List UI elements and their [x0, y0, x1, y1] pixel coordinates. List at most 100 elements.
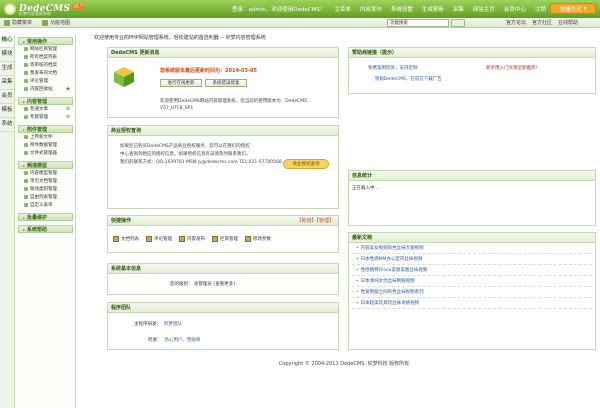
nav-publish[interactable]: 内容发布: [360, 5, 382, 13]
vtab-core[interactable]: 核心: [0, 34, 14, 48]
nav-main-menu[interactable]: 主菜单: [334, 5, 351, 13]
list-item[interactable]: 日本性感MM办公室内丝袜视频: [352, 254, 592, 265]
menu-item[interactable]: 上传新文件: [18, 133, 73, 141]
nav-collect[interactable]: 采集: [453, 5, 464, 13]
menu-item[interactable]: 内容模型管理: [18, 169, 73, 177]
menu-item[interactable]: 联动类别管理: [18, 185, 73, 193]
doc-icon: [24, 63, 28, 67]
vtab-template[interactable]: 模板: [0, 104, 14, 118]
list-item[interactable]: 性爱制服之间的色丝袜视频系列: [352, 287, 592, 298]
menu-item[interactable]: 等审核的档案: [18, 61, 73, 69]
quick-params[interactable]: 修改参数: [245, 236, 271, 242]
logo-icon: [4, 3, 16, 15]
app-logo[interactable]: DedeCMS V5.7 织梦内容管理系统: [4, 2, 84, 16]
vtab-system[interactable]: 系统: [0, 118, 14, 132]
top-header: DedeCMS V5.7 织梦内容管理系统 登录：admin，欢迎使用DedeC…: [0, 0, 600, 18]
app-subtitle: 织梦内容管理系统: [19, 11, 51, 16]
nav-member[interactable]: 会员中心: [504, 5, 526, 13]
menu-item[interactable]: 所有档案列表: [18, 53, 73, 61]
sponsor-link[interactable]: 免费案例欣赏，支持定制: [368, 65, 418, 71]
list-item[interactable]: 性感模特Olivia美丽美图丝袜视频: [352, 265, 592, 276]
list-item[interactable]: 日本清纯女优丝袜制服视频: [352, 276, 592, 287]
thanks-line: 鸣谢： 热心用户、赞助商: [148, 338, 201, 343]
panel-title: 赞助商链接（提示）: [349, 48, 595, 58]
doc-icon: [24, 171, 28, 175]
panel-title: 信息统计: [349, 171, 595, 181]
hide-menu-button[interactable]: 隐藏菜单: [4, 19, 32, 26]
license-query-button[interactable]: 商业授权查询: [283, 159, 329, 169]
dev-team-line: 主程序研发： 织梦团队: [134, 322, 182, 327]
sponsor-link[interactable]: 赞助DedeCMS，在官方下载广告: [375, 76, 442, 82]
menu-item[interactable]: 网站栏目管理: [18, 45, 73, 53]
arrow-icon: ▸: [23, 38, 26, 44]
thanks-link[interactable]: 热心用户、赞助商: [164, 338, 200, 343]
online-help-link[interactable]: 在线帮助: [558, 19, 578, 26]
vtab-collect[interactable]: 采集: [0, 76, 14, 90]
vtab-generate[interactable]: 生成: [0, 62, 14, 76]
doc-icon: [24, 47, 28, 51]
add-manage-links[interactable]: 【新增】【管理】: [296, 217, 334, 224]
doc-icon: [24, 151, 28, 155]
menu-group-common[interactable]: ▸ 常用操作: [18, 37, 73, 45]
menu-item[interactable]: 评论管理: [18, 77, 73, 85]
sponsor-link[interactable]: 新手用入门文章全新推荐！: [486, 65, 540, 71]
menu-group-content[interactable]: ▸ 内容管理: [18, 97, 73, 105]
license-panel: 商业授权查询 如果您已购买DedeCMS产品商业授权服务，您可以在我们的授权 中…: [107, 125, 339, 209]
menu-item[interactable]: 自由列表管理: [18, 193, 73, 201]
quick-comments[interactable]: 评论管理: [146, 236, 172, 242]
search-button[interactable]: [451, 19, 465, 27]
latest-docs-panel: 最新文档 内容美女视频的色丝袜大腿视频 日本性感MM办公室内丝袜视频 性感模特O…: [348, 232, 596, 350]
online-update-button[interactable]: 进行在线更新: [160, 79, 202, 87]
function-search-input[interactable]: [387, 19, 449, 27]
error-fix-button[interactable]: 系统错误修复: [205, 79, 247, 87]
list-item[interactable]: 内容美女视频的色丝袜大腿视频: [352, 243, 592, 254]
welcome-text: 欢迎使用专业的PHP网站管理系统，轻松建站的首选利器 -- 织梦内容管理系统: [94, 35, 266, 41]
doc-icon: [24, 187, 28, 191]
menu-group-batch[interactable]: ▸ 批量维护: [18, 213, 73, 221]
menu-group-channel-model[interactable]: ▸ 频道模型: [18, 161, 73, 169]
function-map-button[interactable]: 功能地图: [42, 19, 70, 26]
nav-settings[interactable]: 系统设置: [391, 5, 413, 13]
quick-publish[interactable]: 内容发布: [179, 236, 205, 242]
list-item[interactable]: 日本超美玩具玩丝袜诱惑视频: [352, 298, 592, 309]
doc-icon: [24, 179, 28, 183]
menu-item[interactable]: 自定义表单: [18, 201, 73, 209]
menu-item[interactable]: 单页文档管理: [18, 177, 73, 185]
stats-panel: 信息统计 正在载入中...: [348, 170, 596, 226]
menu-item[interactable]: 附件数据管理: [18, 141, 73, 149]
dev-team-link[interactable]: 织梦团队: [164, 322, 182, 327]
arrow-icon: ▸: [23, 126, 26, 132]
doc-icon: [24, 55, 28, 59]
app-version: V5.7: [72, 3, 84, 9]
menu-item[interactable]: 内容回收站 ◈: [18, 85, 73, 93]
menu-item[interactable]: 文件式管理器: [18, 149, 73, 157]
quick-doc-list[interactable]: 文档列表: [113, 236, 139, 242]
top-nav: 登录：admin，欢迎使用DedeCMS！ 主菜单 内容发布 系统设置 生成更新…: [232, 3, 555, 15]
menu-item[interactable]: 普通文章 ⊕: [18, 105, 73, 113]
shield-icon: ◈: [66, 86, 70, 92]
panel-title: 快捷操作 【新增】【管理】: [108, 216, 338, 226]
category-icon: [212, 236, 218, 242]
doc-icon: [24, 195, 28, 199]
menu-group-attachment[interactable]: ▸ 附件管理: [18, 125, 73, 133]
nav-generate[interactable]: 生成更新: [422, 5, 444, 13]
quick-shortcut-button[interactable]: 快捷方式 ▾: [550, 3, 596, 14]
doc-icon: [24, 143, 28, 147]
menu-item[interactable]: 我发布的文档: [18, 69, 73, 77]
arrow-icon: ▸: [23, 226, 26, 232]
add-icon[interactable]: ⊕: [66, 114, 70, 120]
panel-title: 程序团队: [108, 303, 338, 313]
official-community-link[interactable]: 官方社区: [532, 19, 552, 26]
official-forum-link[interactable]: 官方论坛: [506, 19, 526, 26]
menu-group-help[interactable]: ▸ 系统帮助: [18, 225, 73, 233]
menu-item[interactable]: 专题管理 ⊕: [18, 113, 73, 121]
sponsor-panel: 赞助商链接（提示） 免费案例欣赏，支持定制 新手用入门文章全新推荐！ 赞助Ded…: [348, 47, 596, 94]
vtab-module[interactable]: 模块: [0, 48, 14, 62]
vtab-member[interactable]: 会员: [0, 90, 14, 104]
quick-category[interactable]: 栏目管理: [212, 236, 238, 242]
nav-logout[interactable]: 注销: [535, 5, 546, 13]
nav-homepage[interactable]: 网站主页: [473, 5, 495, 13]
arrow-icon: ▸: [23, 214, 26, 220]
arrow-icon: ▸: [23, 98, 26, 104]
add-icon[interactable]: ⊕: [66, 106, 70, 112]
